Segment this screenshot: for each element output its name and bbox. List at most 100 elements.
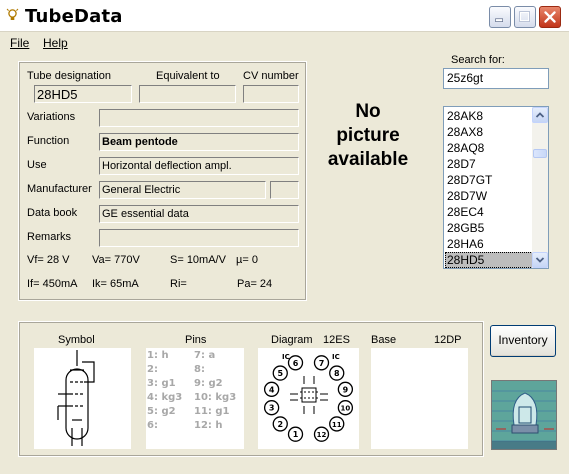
inventory-button[interactable]: Inventory	[490, 325, 556, 357]
diagram-code: 12ES	[323, 334, 350, 346]
menu-file[interactable]: File	[10, 36, 29, 50]
function-label: Function	[27, 135, 70, 147]
pin-label: 5: g2	[147, 406, 176, 417]
remarks-label: Remarks	[27, 231, 72, 243]
pin-label: 1: h	[147, 350, 169, 361]
maximize-button[interactable]	[514, 6, 536, 28]
ic-mark: IC	[332, 353, 340, 361]
manufacturer-label: Manufacturer	[27, 183, 92, 195]
data-book-field[interactable]: GE essential data	[99, 205, 299, 223]
list-item[interactable]: 28AX8	[445, 124, 533, 140]
cv-number-label: CV number	[243, 70, 299, 82]
search-label: Search for:	[451, 54, 505, 66]
pin-number: 3	[269, 404, 275, 413]
pin-number: 10	[340, 405, 350, 413]
list-item[interactable]: 28D7W	[445, 188, 533, 204]
diagram-label: Diagram	[271, 334, 313, 346]
variations-label: Variations	[27, 111, 76, 123]
chevron-up-icon	[535, 112, 545, 118]
menu-bar: File Help	[0, 33, 569, 53]
pin-number: 7	[319, 359, 325, 368]
tube-designation-label: Tube designation	[27, 70, 111, 82]
close-button[interactable]	[539, 6, 561, 28]
pin-number: 11	[332, 421, 342, 429]
list-item[interactable]: 28D7GT	[445, 172, 533, 188]
pins-panel: 1: h 2: 3: g1 4: kg3 5: g2 6: 7: a 8: 9:…	[146, 348, 244, 449]
data-book-label: Data book	[27, 207, 78, 219]
vacuum-tube-logo-icon	[492, 381, 556, 449]
use-field[interactable]: Horizontal deflection ampl.	[99, 157, 299, 175]
list-scrollbar[interactable]	[532, 107, 548, 268]
tube-logo-icon	[491, 380, 557, 450]
list-item[interactable]: 28D7	[445, 156, 533, 172]
ik-value: Ik= 65mA	[92, 278, 139, 290]
search-input[interactable]: 25z6gt	[443, 68, 549, 89]
list-item[interactable]: 28AQ8	[445, 140, 533, 156]
chevron-down-icon	[535, 257, 545, 263]
base-label: Base	[371, 334, 397, 346]
menu-file-label: File	[10, 36, 30, 50]
pa-value: Pa= 24	[237, 278, 273, 290]
scroll-up-button[interactable]	[532, 107, 548, 123]
pin-number: 12	[317, 431, 327, 439]
no-picture-line: picture	[336, 125, 400, 146]
window-title: TubeData	[25, 6, 123, 27]
list-item-selected[interactable]: 28HD5	[445, 252, 533, 268]
variations-field[interactable]	[99, 109, 299, 127]
pin-number: 4	[269, 385, 275, 394]
pin-label: 2:	[147, 364, 158, 375]
if-value: If= 450mA	[27, 278, 78, 290]
diagram-panel: 1 2 3 4 5 6 7 8 9 10 11 12 IC IC	[258, 348, 359, 449]
list-item[interactable]: 28HA6	[445, 236, 533, 252]
tube-list[interactable]: 28AK8 28AX8 28AQ8 28D7 28D7GT 28D7W 28EC…	[443, 106, 549, 269]
cv-number-field[interactable]	[243, 85, 299, 103]
pin-label: 6:	[147, 420, 158, 431]
pin-diagram-icon: 123456 789101112 IC IC	[263, 353, 354, 442]
equivalent-to-field[interactable]	[139, 85, 236, 103]
base-code: 12DP	[434, 334, 462, 346]
pin-number: 8	[334, 369, 340, 378]
pin-label: 4: kg3	[147, 392, 183, 403]
pin-label: 3: g1	[147, 378, 176, 389]
menu-help[interactable]: Help	[43, 36, 68, 50]
title-bar: TubeData	[0, 0, 569, 32]
s-value: S= 10mA/V	[170, 254, 226, 266]
no-picture-line: available	[327, 149, 409, 170]
pin-label: 7: a	[194, 350, 216, 361]
symbol-panel	[34, 348, 131, 449]
pin-number: 5	[277, 369, 283, 378]
symbol-label: Symbol	[58, 334, 95, 346]
mu-value: µ= 0	[236, 254, 258, 266]
list-item[interactable]: 28GB5	[445, 220, 533, 236]
function-field[interactable]: Beam pentode	[99, 133, 299, 151]
pin-label: 8:	[194, 364, 205, 375]
tube-symbol-icon	[57, 350, 95, 446]
list-item[interactable]: 28AK8	[445, 108, 533, 124]
tube-designation-field[interactable]: 28HD5	[34, 85, 132, 103]
va-value: Va= 770V	[92, 254, 140, 266]
manufacturer-extra-field[interactable]	[270, 181, 299, 199]
ri-value: Ri=	[170, 278, 187, 290]
base-panel	[371, 348, 468, 449]
close-icon	[544, 11, 556, 23]
equivalent-to-label: Equivalent to	[156, 70, 220, 82]
list-item[interactable]: 28EC4	[445, 204, 533, 220]
pin-label: 10: kg3	[194, 392, 237, 403]
ic-mark: IC	[282, 353, 290, 361]
scroll-down-button[interactable]	[532, 252, 548, 268]
lightbulb-icon	[6, 8, 19, 26]
maximize-icon	[519, 11, 531, 23]
remarks-field[interactable]	[99, 229, 299, 247]
vf-value: Vf= 28 V	[27, 254, 70, 266]
no-picture-placeholder: No picture available	[320, 100, 416, 172]
minimize-button[interactable]	[489, 6, 511, 28]
menu-help-label: Help	[43, 36, 68, 50]
minimize-icon	[495, 18, 503, 22]
pin-label: 11: g1	[194, 406, 230, 417]
scroll-thumb[interactable]	[533, 149, 547, 158]
pin-label: 12: h	[194, 420, 223, 431]
pin-number: 2	[277, 420, 283, 429]
pin-number: 9	[343, 385, 349, 394]
manufacturer-field[interactable]: General Electric	[99, 181, 266, 199]
no-picture-line: No	[355, 101, 381, 122]
